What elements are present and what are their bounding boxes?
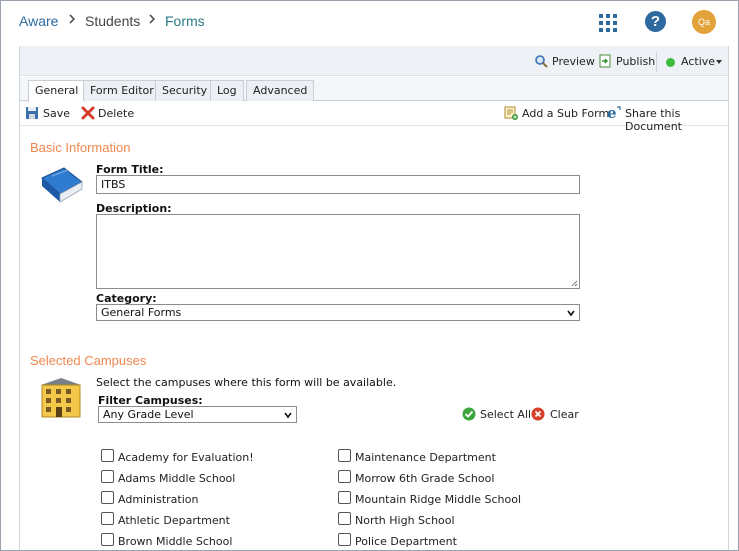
campus-label[interactable]: Police Department — [355, 535, 457, 548]
campus-checkbox[interactable] — [338, 449, 351, 462]
campus-label[interactable]: Adams Middle School — [118, 472, 235, 485]
action-bar: Preview Publish Active — [20, 46, 728, 76]
chevron-right-icon — [69, 14, 76, 24]
share-document-icon: e — [607, 105, 621, 121]
check-circle-icon — [462, 407, 476, 421]
clear-x-icon — [531, 407, 545, 421]
book-icon — [41, 167, 83, 203]
campus-label[interactable]: Brown Middle School — [118, 535, 232, 548]
save-icon — [26, 107, 38, 119]
caret-down-icon[interactable] — [716, 60, 722, 64]
status-dropdown[interactable]: Active — [681, 55, 715, 68]
campus-label[interactable]: North High School — [355, 514, 455, 527]
app-window: Aware Students Forms ? Qa Preview Publis… — [0, 0, 739, 551]
tab-bar: General Form Editor Security Log Advance… — [20, 77, 728, 102]
publish-button[interactable]: Publish — [616, 55, 655, 68]
chevron-down-icon — [284, 412, 292, 419]
breadcrumb-students[interactable]: Students — [85, 13, 140, 29]
clear-button[interactable]: Clear — [550, 408, 579, 421]
campus-checkbox[interactable] — [338, 533, 351, 546]
campus-checkbox[interactable] — [101, 470, 114, 483]
divider — [656, 52, 657, 72]
basic-information-heading: Basic Information — [30, 140, 131, 155]
publish-icon — [599, 54, 611, 68]
select-all-button[interactable]: Select All — [480, 408, 531, 421]
campus-checkbox[interactable] — [101, 491, 114, 504]
campus-checkbox[interactable] — [338, 512, 351, 525]
magnifier-icon — [535, 55, 548, 68]
save-button[interactable]: Save — [43, 107, 70, 120]
category-value: General Forms — [101, 306, 182, 319]
tab-security[interactable]: Security — [155, 80, 215, 101]
delete-button[interactable]: Delete — [98, 107, 134, 120]
campuses-instructions: Select the campuses where this form will… — [96, 376, 397, 389]
avatar[interactable]: Qa — [692, 10, 716, 34]
campus-label[interactable]: Athletic Department — [118, 514, 230, 527]
campus-label[interactable]: Administration — [118, 493, 199, 506]
campus-label[interactable]: Maintenance Department — [355, 451, 496, 464]
school-building-icon — [41, 378, 81, 418]
tab-general[interactable]: General — [28, 80, 86, 102]
tab-form-editor[interactable]: Form Editor — [83, 80, 161, 101]
campus-checkbox[interactable] — [101, 533, 114, 546]
filter-campuses-value: Any Grade Level — [103, 408, 194, 421]
help-icon[interactable]: ? — [645, 11, 666, 32]
add-sub-form-icon — [504, 106, 518, 120]
filter-campuses-select[interactable]: Any Grade Level — [98, 406, 297, 423]
chevron-right-icon — [149, 14, 156, 24]
apps-grid-icon[interactable] — [599, 14, 617, 32]
delete-icon — [81, 106, 95, 120]
form-panel: Preview Publish Active General Form Edit… — [19, 46, 729, 550]
description-textarea[interactable] — [96, 214, 580, 289]
campus-checkbox[interactable] — [338, 491, 351, 504]
campus-checkbox[interactable] — [101, 449, 114, 462]
add-sub-form-button[interactable]: Add a Sub Form — [522, 107, 609, 120]
campus-checkbox[interactable] — [338, 470, 351, 483]
svg-text:e: e — [607, 105, 617, 121]
campus-label[interactable]: Morrow 6th Grade School — [355, 472, 494, 485]
category-select[interactable]: General Forms — [96, 304, 580, 321]
selected-campuses-heading: Selected Campuses — [30, 353, 147, 368]
campus-label[interactable]: Academy for Evaluation! — [118, 451, 254, 464]
campus-checkbox[interactable] — [101, 512, 114, 525]
resize-handle-icon[interactable] — [570, 279, 578, 287]
preview-button[interactable]: Preview — [552, 55, 595, 68]
campus-label[interactable]: Mountain Ridge Middle School — [355, 493, 521, 506]
breadcrumb-aware[interactable]: Aware — [19, 13, 58, 29]
status-dot-icon — [666, 58, 675, 67]
share-document-button[interactable]: Share this Document — [625, 107, 728, 133]
chevron-down-icon — [567, 310, 575, 317]
tab-advanced[interactable]: Advanced — [246, 80, 315, 101]
top-bar: Aware Students Forms ? Qa — [1, 1, 738, 43]
tab-log[interactable]: Log — [210, 80, 244, 101]
toolbar: Save Delete Add a Sub Form e Share this … — [20, 102, 728, 133]
form-title-input[interactable]: ITBS — [96, 175, 580, 194]
breadcrumb-forms: Forms — [165, 13, 205, 29]
